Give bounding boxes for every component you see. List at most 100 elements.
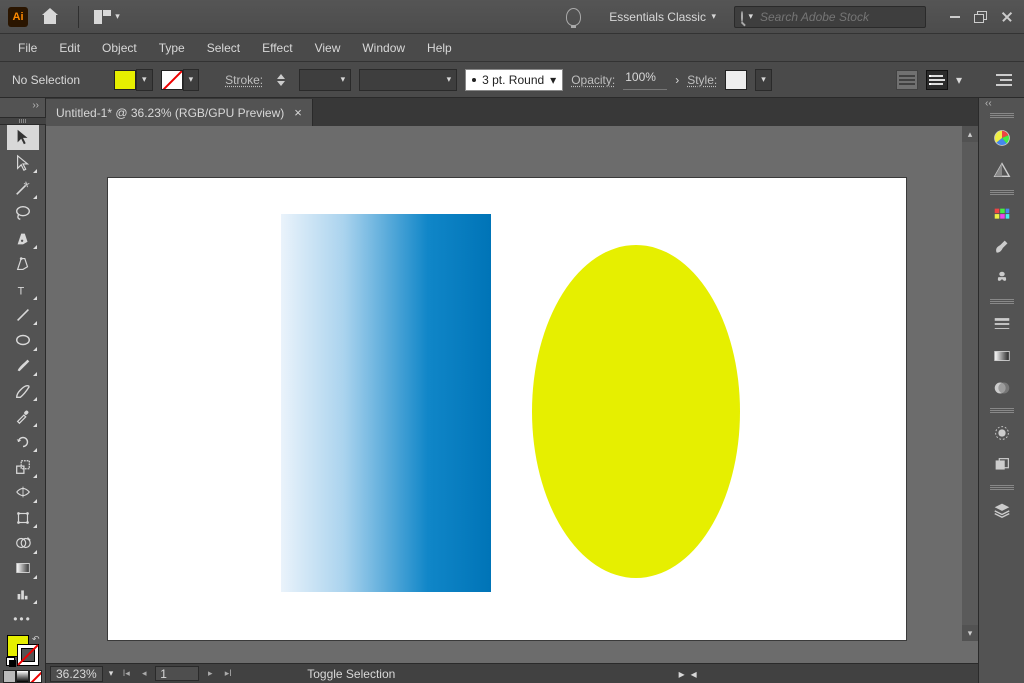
discover-icon[interactable] — [566, 8, 581, 26]
fill-stroke-control[interactable]: ↶ — [6, 634, 40, 667]
opacity-label[interactable]: Opacity: — [571, 73, 615, 87]
pencil-tool[interactable] — [7, 378, 39, 403]
graphic-style-swatch[interactable] — [725, 70, 747, 90]
appearance-panel-icon[interactable] — [986, 419, 1018, 447]
direct-selection-tool[interactable] — [7, 150, 39, 175]
rotate-tool[interactable] — [7, 429, 39, 454]
scroll-up-icon[interactable]: ▴ — [962, 126, 978, 142]
menu-window[interactable]: Window — [352, 37, 415, 59]
stroke-color-icon[interactable] — [17, 644, 39, 666]
stock-search-input[interactable] — [758, 9, 919, 25]
minimize-button[interactable] — [944, 8, 966, 26]
workspace-switcher[interactable]: Essentials Classic ▾ — [599, 5, 726, 29]
paintbrush-tool[interactable] — [7, 353, 39, 378]
chevron-down-icon[interactable]: ▾ — [956, 73, 962, 87]
prev-artboard-icon[interactable]: ◂ — [137, 667, 151, 681]
next-artboard-icon[interactable]: ▸ — [203, 667, 217, 681]
symbols-panel-icon[interactable] — [986, 265, 1018, 293]
ellipse-tool[interactable] — [7, 327, 39, 352]
scroll-left-icon[interactable]: ◂ — [691, 667, 697, 681]
vertical-scrollbar[interactable]: ▴ ▾ — [962, 126, 978, 641]
stroke-weight-stepper[interactable] — [271, 70, 291, 90]
panel-drag-handle[interactable] — [990, 408, 1014, 413]
lasso-tool[interactable] — [7, 201, 39, 226]
fill-swatch[interactable] — [114, 70, 136, 90]
panel-drag-handle[interactable] — [990, 485, 1014, 490]
artboard[interactable] — [108, 178, 906, 640]
canvas-viewport[interactable]: ▴ ▾ — [46, 126, 978, 663]
opacity-value[interactable]: 100% — [623, 70, 667, 90]
stroke-swatch-group[interactable]: ▾ — [161, 69, 200, 91]
layers-panel-icon[interactable] — [986, 496, 1018, 524]
stroke-dropdown[interactable]: ▾ — [183, 69, 200, 91]
menu-file[interactable]: File — [8, 37, 47, 59]
menu-effect[interactable]: Effect — [252, 37, 302, 59]
fill-dropdown[interactable]: ▾ — [136, 69, 153, 91]
eyedropper-tool[interactable] — [7, 403, 39, 428]
gradient-tool[interactable] — [7, 556, 39, 581]
zoom-level[interactable]: 36.23% — [50, 666, 103, 682]
document-tab[interactable]: Untitled-1* @ 36.23% (RGB/GPU Preview) × — [46, 99, 313, 126]
brush-definition[interactable]: 3 pt. Round ▾ — [465, 69, 563, 91]
menu-type[interactable]: Type — [149, 37, 195, 59]
color-mode-solid[interactable] — [3, 670, 16, 683]
line-tool[interactable] — [7, 302, 39, 327]
variable-width-profile[interactable]: ▾ — [359, 69, 457, 91]
control-panel-menu-icon[interactable] — [992, 74, 1012, 86]
style-label[interactable]: Style: — [687, 73, 717, 87]
magic-wand-tool[interactable] — [7, 175, 39, 200]
panel-drag-handle[interactable] — [990, 190, 1014, 195]
menu-view[interactable]: View — [305, 37, 351, 59]
restore-button[interactable] — [970, 8, 992, 26]
swatches-panel-icon[interactable] — [986, 201, 1018, 229]
gradient-panel-icon[interactable] — [986, 342, 1018, 370]
free-transform-tool[interactable] — [7, 505, 39, 530]
brushes-panel-icon[interactable] — [986, 233, 1018, 261]
pen-tool[interactable] — [7, 226, 39, 251]
color-guide-panel-icon[interactable] — [986, 156, 1018, 184]
artboard-index-input[interactable] — [155, 666, 199, 681]
yellow-ellipse-shape[interactable] — [532, 245, 740, 578]
menu-select[interactable]: Select — [197, 37, 250, 59]
style-dropdown[interactable]: ▾ — [755, 69, 772, 91]
stroke-panel-icon[interactable] — [986, 310, 1018, 338]
default-fill-stroke-icon[interactable] — [6, 657, 16, 667]
type-tool[interactable]: T — [7, 277, 39, 302]
scale-tool[interactable] — [7, 454, 39, 479]
scroll-right-icon[interactable]: ▸ — [679, 667, 685, 681]
home-button[interactable] — [36, 4, 64, 30]
more-tools[interactable]: ••• — [7, 606, 39, 631]
panel-drag-handle[interactable] — [990, 299, 1014, 304]
toolbox-expand[interactable]: ›› — [0, 100, 45, 114]
menu-object[interactable]: Object — [92, 37, 147, 59]
transparency-panel-icon[interactable] — [986, 374, 1018, 402]
panel-drag-handle[interactable] — [990, 113, 1014, 118]
panel-collapse[interactable]: ‹‹ — [979, 98, 1024, 110]
menu-edit[interactable]: Edit — [49, 37, 90, 59]
scroll-down-icon[interactable]: ▾ — [962, 625, 978, 641]
toolbox-drag-handle[interactable] — [0, 117, 46, 125]
column-graph-tool[interactable] — [7, 581, 39, 606]
chevron-down-icon[interactable]: ▾ — [109, 668, 114, 679]
shape-builder-tool[interactable] — [7, 530, 39, 555]
width-tool[interactable] — [7, 480, 39, 505]
stroke-weight-dropdown[interactable]: ▾ — [299, 69, 351, 91]
fill-swatch-group[interactable]: ▾ — [114, 69, 153, 91]
stock-search[interactable]: ▾ — [734, 6, 926, 28]
swap-fill-stroke-icon[interactable]: ↶ — [32, 634, 40, 645]
first-artboard-icon[interactable]: I◂ — [119, 667, 133, 681]
opacity-more-icon[interactable]: › — [675, 73, 679, 87]
stroke-swatch[interactable] — [161, 70, 183, 90]
gradient-rectangle-shape[interactable] — [281, 214, 491, 592]
color-mode-none[interactable] — [29, 670, 42, 683]
curvature-tool[interactable] — [7, 251, 39, 276]
document-setup-icon[interactable] — [896, 70, 918, 90]
close-tab-icon[interactable]: × — [294, 105, 302, 120]
color-mode-gradient[interactable] — [16, 670, 29, 683]
last-artboard-icon[interactable]: ▸I — [221, 667, 235, 681]
color-panel-icon[interactable] — [986, 124, 1018, 152]
menu-help[interactable]: Help — [417, 37, 462, 59]
stroke-label[interactable]: Stroke: — [225, 73, 263, 87]
preferences-icon[interactable] — [926, 70, 948, 90]
graphic-styles-panel-icon[interactable] — [986, 451, 1018, 479]
